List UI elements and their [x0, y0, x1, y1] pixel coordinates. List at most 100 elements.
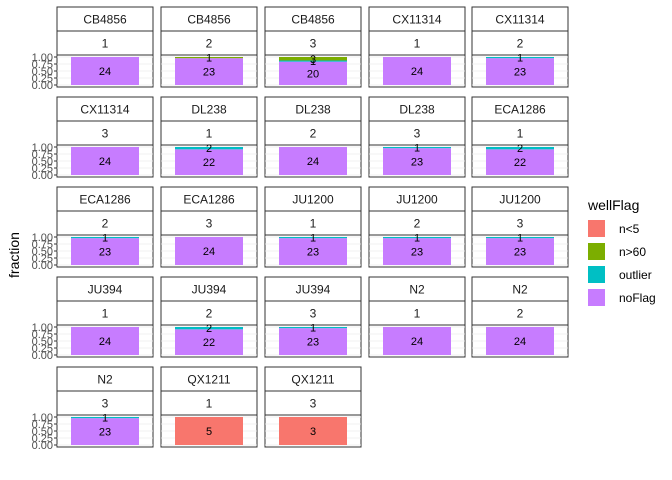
strip-label-replicate: 3 — [102, 127, 109, 141]
count-label: 1 — [310, 233, 316, 245]
facet-panel: DL238 3 23 1 — [368, 96, 466, 178]
facet-panel: ECA1286 3 24 — [160, 186, 258, 268]
count-label: 24 — [99, 66, 111, 78]
strip-label-replicate: 2 — [517, 37, 524, 51]
strip-label-replicate: 3 — [310, 37, 317, 51]
facet-panel: JU1200 3 23 1 — [471, 186, 569, 268]
legend: wellFlag n<5 n>60 outlier noFlag — [587, 197, 656, 306]
strip-label-replicate: 1 — [517, 127, 524, 141]
count-label: 20 — [307, 68, 319, 80]
facet-panel: CX1131430.000.250.500.751.0024 — [32, 96, 154, 182]
strip-label-strain: QX1211 — [187, 373, 230, 387]
legend-key — [588, 220, 605, 237]
legend-label: n<5 — [619, 222, 640, 236]
facet-panel: JU3942222 — [160, 276, 258, 358]
count-label: 24 — [514, 336, 526, 348]
strip-label-strain: JU394 — [296, 283, 331, 297]
strip-label-strain: CX11314 — [80, 103, 129, 117]
count-label: 1 — [102, 233, 108, 245]
count-label: 3 — [310, 426, 316, 438]
count-label: 23 — [514, 247, 526, 259]
legend-key — [588, 289, 605, 306]
strip-label-strain: ECA1286 — [494, 103, 546, 117]
strip-label-strain: N2 — [512, 283, 528, 297]
facet-panel: CB485610.000.250.500.751.0024 — [32, 6, 154, 92]
count-label: 23 — [307, 247, 319, 259]
strip-label-strain: DL238 — [295, 103, 331, 117]
strip-label-replicate: 3 — [310, 307, 317, 321]
facet-panel: N230.000.250.500.751.00231 — [32, 366, 154, 452]
strip-label-replicate: 1 — [206, 397, 213, 411]
facet-panel: CB4856 2 23 1 — [160, 6, 258, 88]
count-label: 1 — [206, 53, 212, 65]
strip-label-strain: JU1200 — [292, 193, 334, 207]
faceted-stacked-bar-chart: fraction CB485610.000.250.500.751.0024CB… — [6, 6, 656, 452]
strip-label-strain: QX1211 — [291, 373, 334, 387]
count-label: 23 — [411, 247, 423, 259]
facet-panel: N2 2 24 — [471, 276, 569, 358]
count-label: 23 — [514, 67, 526, 79]
strip-label-strain: JU394 — [88, 283, 123, 297]
facet-panel: CX11314 2 23 1 — [471, 6, 569, 88]
count-label: 1 — [414, 233, 420, 245]
strip-label-strain: DL238 — [191, 103, 227, 117]
count-label: 2 — [517, 143, 523, 155]
strip-label-strain: JU1200 — [499, 193, 541, 207]
facet-panel: DL2381222 — [160, 96, 258, 178]
facet-panel: JU394 3 23 1 — [264, 276, 362, 358]
legend-key — [588, 266, 605, 283]
count-label: 23 — [307, 337, 319, 349]
facet-panel: ECA12861222 — [471, 96, 569, 178]
strip-label-replicate: 2 — [206, 307, 213, 321]
legend-label: n>60 — [619, 245, 646, 259]
count-label: 23 — [411, 157, 423, 169]
legend-title: wellFlag — [587, 197, 639, 213]
count-label: 23 — [99, 247, 111, 259]
count-label: 5 — [206, 426, 212, 438]
count-label: 1 — [517, 233, 523, 245]
count-label: 22 — [514, 157, 526, 169]
y-tick-label: 1.00 — [32, 412, 53, 424]
facet-panels: CB485610.000.250.500.751.0024CB48562231C… — [32, 6, 569, 452]
count-label: 24 — [203, 246, 215, 258]
strip-label-strain: ECA1286 — [183, 193, 235, 207]
facet-panel: CB485632013 — [264, 6, 362, 88]
strip-label-replicate: 2 — [414, 217, 421, 231]
strip-label-replicate: 1 — [102, 307, 109, 321]
strip-label-strain: JU1200 — [396, 193, 438, 207]
strip-label-replicate: 3 — [517, 217, 524, 231]
strip-label-replicate: 3 — [414, 127, 421, 141]
facet-panel: CX11314 1 24 — [368, 6, 466, 88]
strip-label-replicate: 2 — [102, 217, 109, 231]
strip-label-strain: CB4856 — [291, 13, 335, 27]
strip-label-strain: ECA1286 — [79, 193, 131, 207]
strip-label-replicate: 3 — [310, 397, 317, 411]
strip-label-replicate: 2 — [517, 307, 524, 321]
facet-panel: QX1211 1 5 — [160, 366, 258, 448]
strip-label-replicate: 3 — [102, 397, 109, 411]
y-axis-title: fraction — [6, 232, 22, 278]
count-label: 23 — [203, 67, 215, 79]
facet-panel: JU1200 1 23 1 — [264, 186, 362, 268]
strip-label-strain: CB4856 — [83, 13, 127, 27]
legend-key — [588, 243, 605, 260]
strip-label-replicate: 2 — [310, 127, 317, 141]
facet-panel: QX1211 3 3 — [264, 366, 362, 448]
strip-label-replicate: 3 — [206, 217, 213, 231]
strip-label-strain: N2 — [409, 283, 425, 297]
count-label: 2 — [206, 323, 212, 335]
y-tick-label: 1.00 — [32, 232, 53, 244]
strip-label-strain: CX11314 — [495, 13, 544, 27]
facet-panel: DL238 2 24 — [264, 96, 362, 178]
strip-label-replicate: 1 — [414, 37, 421, 51]
strip-label-strain: N2 — [97, 373, 113, 387]
facet-panel: JU1200 2 23 1 — [368, 186, 466, 268]
count-label: 1 — [310, 323, 316, 335]
count-label: 24 — [99, 336, 111, 348]
facet-panel: N2 1 24 — [368, 276, 466, 358]
strip-label-replicate: 1 — [310, 217, 317, 231]
count-label: 3 — [310, 54, 316, 66]
strip-label-replicate: 1 — [414, 307, 421, 321]
y-tick-label: 1.00 — [32, 52, 53, 64]
legend-label: noFlag — [619, 291, 656, 305]
